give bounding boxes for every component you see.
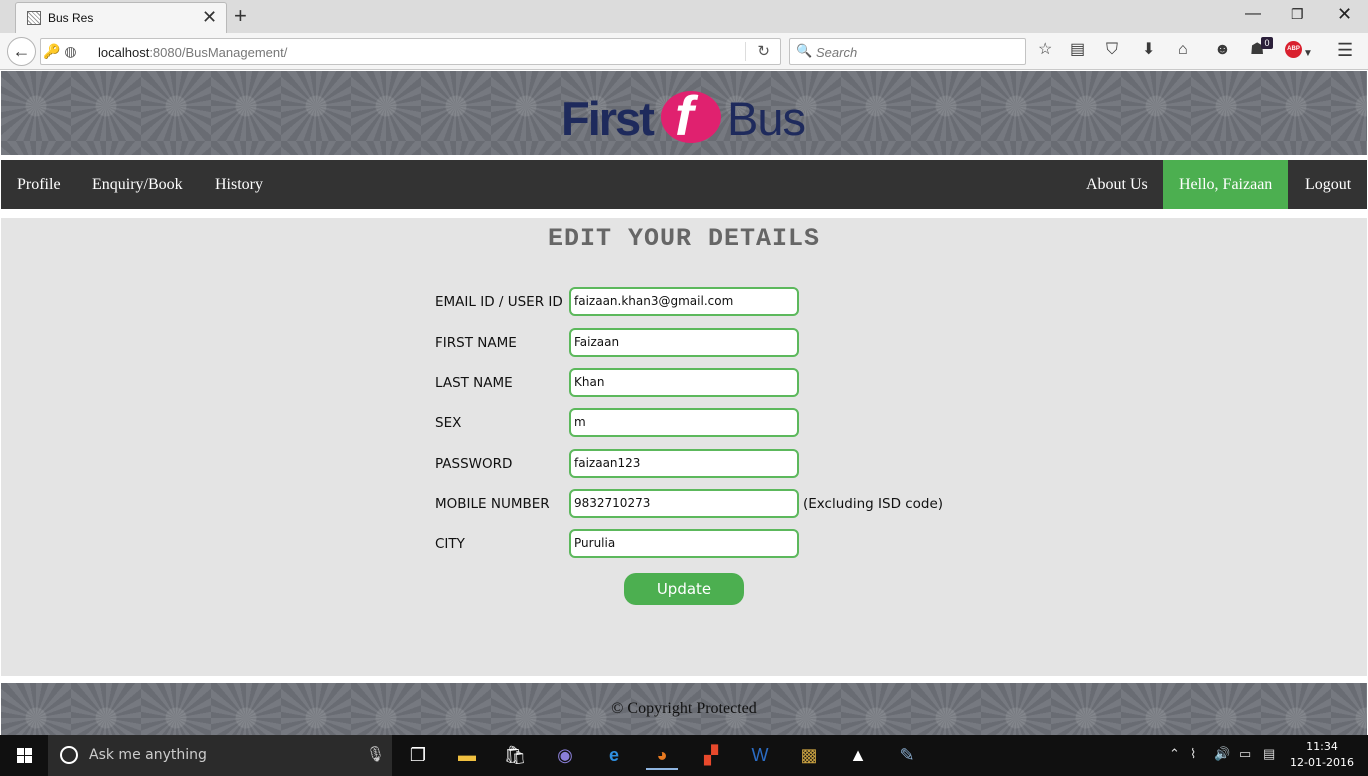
- mobile-label: MOBILE NUMBER: [435, 496, 550, 512]
- adblock-icon[interactable]: ABP: [1285, 41, 1302, 58]
- nav-logout[interactable]: Logout: [1289, 160, 1367, 209]
- clock-time: 11:34: [1306, 740, 1338, 753]
- clock-date: 12-01-2016: [1290, 756, 1354, 769]
- password-field[interactable]: faizaan123: [569, 449, 799, 478]
- first-name-label: FIRST NAME: [435, 335, 517, 351]
- cortana-placeholder: Ask me anything: [89, 747, 207, 763]
- media-player-icon[interactable]: ◉: [549, 740, 581, 770]
- mobile-field[interactable]: 9832710273: [569, 489, 799, 518]
- search-icon: 🔍: [796, 43, 813, 58]
- page-title: EDIT YOUR DETAILS: [547, 224, 821, 253]
- reload-icon[interactable]: ↻: [757, 42, 770, 60]
- notification-badge: 0: [1261, 37, 1273, 49]
- store-icon[interactable]: 🛍: [499, 740, 531, 770]
- site-footer: © Copyright Protected: [1, 683, 1367, 735]
- nav-about-us[interactable]: About Us: [1070, 160, 1164, 209]
- email-label: EMAIL ID / USER ID: [435, 294, 563, 310]
- cortana-icon: [60, 746, 78, 764]
- close-window-icon[interactable]: ✕: [1337, 4, 1352, 24]
- battery-icon[interactable]: ▭: [1239, 746, 1251, 762]
- firefox-icon[interactable]: ◕: [646, 740, 678, 770]
- home-icon[interactable]: ⌂: [1178, 40, 1188, 60]
- first-bus-logo[interactable]: First f Bus: [561, 89, 811, 145]
- word-icon[interactable]: W: [744, 740, 776, 770]
- file-explorer-icon[interactable]: ▬: [451, 740, 483, 770]
- paint-icon[interactable]: ✎: [891, 740, 923, 770]
- app-icon[interactable]: ▞: [695, 740, 727, 770]
- hello-chat-icon[interactable]: ☻: [1214, 40, 1231, 60]
- edit-details-panel: EDIT YOUR DETAILS EMAIL ID / USER ID fai…: [1, 218, 1367, 676]
- start-button[interactable]: [0, 735, 48, 776]
- mobile-note: (Excluding ISD code): [803, 496, 944, 512]
- bookmark-star-icon[interactable]: ☆: [1038, 40, 1052, 60]
- download-icon[interactable]: ⬇: [1142, 40, 1155, 60]
- wifi-icon[interactable]: ⌇: [1190, 746, 1196, 762]
- back-arrow-icon[interactable]: ←: [7, 37, 36, 66]
- menu-hamburger-icon[interactable]: ☰: [1337, 40, 1353, 60]
- system-clock[interactable]: 11:34 12-01-2016: [1290, 739, 1354, 771]
- chevron-down-icon[interactable]: ▼: [1303, 44, 1313, 64]
- nav-history[interactable]: History: [199, 160, 279, 209]
- action-center-icon[interactable]: ▤: [1263, 746, 1275, 762]
- site-identity-icon[interactable]: 🔑 ◍: [43, 43, 77, 60]
- city-label: CITY: [435, 536, 465, 552]
- edge-icon[interactable]: e: [598, 740, 630, 770]
- cortana-search[interactable]: Ask me anything 🎙: [48, 735, 392, 776]
- last-name-field[interactable]: Khan: [569, 368, 799, 397]
- nav-user-greeting[interactable]: Hello, Faizaan: [1163, 160, 1289, 209]
- site-header: First f Bus: [1, 71, 1367, 155]
- sex-field[interactable]: m: [569, 408, 799, 437]
- nav-profile[interactable]: Profile: [1, 160, 77, 209]
- show-hidden-icons[interactable]: ⌃: [1169, 746, 1180, 762]
- close-tab-icon[interactable]: ✕: [202, 7, 217, 27]
- address-bar[interactable]: 🔑 ◍ localhost:8080/BusManagement/ ↻: [40, 38, 781, 65]
- copyright-text: © Copyright Protected: [611, 700, 757, 717]
- favicon-icon: [27, 11, 41, 25]
- email-field[interactable]: faizaan.khan3@gmail.com: [569, 287, 799, 316]
- volume-icon[interactable]: 🔊: [1214, 746, 1230, 762]
- last-name-label: LAST NAME: [435, 375, 513, 391]
- tab-title: Bus Res: [48, 11, 94, 25]
- web-page: First f Bus Profile Enquiry/Book History…: [0, 71, 1368, 735]
- windows-logo-icon: [17, 748, 32, 763]
- browser-tab-bar: Bus Res ✕ + — ❐ ✕: [0, 0, 1368, 33]
- url-text: localhost:8080/BusManagement/: [98, 45, 288, 60]
- search-bar[interactable]: 🔍 Search: [789, 38, 1026, 65]
- new-tab-icon[interactable]: +: [234, 4, 247, 28]
- password-label: PASSWORD: [435, 456, 513, 472]
- browser-tab[interactable]: Bus Res ✕: [15, 2, 227, 33]
- first-name-field[interactable]: Faizaan: [569, 328, 799, 357]
- search-placeholder: Search: [816, 45, 858, 60]
- nav-enquiry-book[interactable]: Enquiry/Book: [76, 160, 199, 209]
- microphone-icon[interactable]: 🎙: [366, 745, 385, 763]
- restore-icon[interactable]: ❐: [1291, 4, 1304, 24]
- update-button[interactable]: Update: [624, 573, 744, 605]
- pocket-icon[interactable]: ⛉: [1106, 40, 1118, 60]
- game-icon[interactable]: ▩: [793, 740, 825, 770]
- minimize-icon[interactable]: —: [1245, 4, 1261, 24]
- windows-taskbar: Ask me anything 🎙 ❐ ▬ 🛍 ◉ e ◕ ▞ W ▩ ▲ ✎ …: [0, 735, 1368, 776]
- logo-mark-icon: f: [661, 91, 721, 143]
- site-nav: Profile Enquiry/Book History About Us He…: [1, 160, 1367, 209]
- sex-label: SEX: [435, 415, 462, 431]
- photos-icon[interactable]: ▲: [842, 740, 874, 770]
- task-view-icon[interactable]: ❐: [402, 740, 434, 770]
- divider: [745, 42, 746, 61]
- city-field[interactable]: Purulia: [569, 529, 799, 558]
- reading-list-icon[interactable]: ▤: [1070, 40, 1085, 60]
- browser-toolbar: ← 🔑 ◍ localhost:8080/BusManagement/ ↻ 🔍 …: [0, 33, 1368, 70]
